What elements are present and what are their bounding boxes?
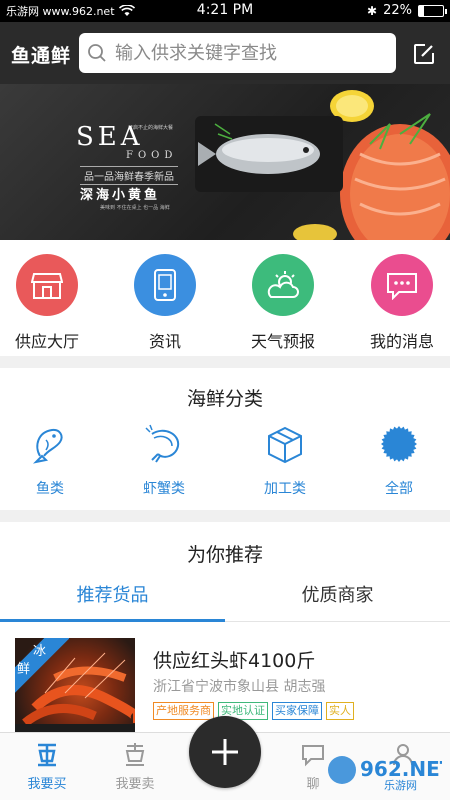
quick-link-label: 我的消息 [369,332,434,351]
tab-recommended-goods[interactable]: 推荐货品 [0,574,225,622]
category-shrimp-crab[interactable]: 虾蟹类 [108,424,220,498]
quick-link-supply-hall[interactable]: 供应大厅 [0,254,103,352]
banner-line3: 美味到 不住在桌上 也一品 海鲜 [100,205,170,211]
watermark-logo-sub: 乐游网 [384,779,417,792]
banner-salmon-image [195,90,450,240]
section-title: 海鲜分类 [186,388,263,410]
recommend-tabs: 推荐货品 优质商家 [0,574,450,622]
category-all[interactable]: 全部 [343,424,450,498]
category-fish[interactable]: 鱼类 [0,424,106,498]
quick-link-label: 供应大厅 [14,332,79,351]
banner-line1: 品一品海鲜春季新品 [80,166,178,185]
nav-buy[interactable]: 我要买 [2,741,92,792]
category-label: 虾蟹类 [143,481,185,497]
category-label: 全部 [385,481,413,497]
category-label: 鱼类 [36,481,64,497]
badge-text: 冰 [33,644,47,659]
app-brand: 鱼通鲜 [11,45,72,67]
plus-icon [212,739,238,765]
battery-fill [419,5,425,16]
nav-sell[interactable]: 我要卖 [90,741,180,792]
status-right: ✱ 22% [367,3,447,18]
phone-news-icon [134,254,196,316]
product-tags: 产地服务商 实地认证 买家保障 实人 [153,702,354,720]
search-bar[interactable] [79,33,396,73]
message-icon [371,254,433,316]
quick-link-news[interactable]: 资讯 [109,254,221,352]
battery-icon [418,4,447,17]
nav-label: 我要买 [27,777,67,792]
banner-line2: 深海小黄鱼 [80,188,161,203]
sell-icon [125,743,145,766]
tag-buyer-protection: 买家保障 [272,702,322,720]
promo-banner[interactable]: 开启不止的海鲜大餐 SEA FOOD 品一品海鲜春季新品 深海小黄鱼 美味到 不… [0,84,450,240]
weather-icon [252,254,314,316]
bluetooth-icon: ✱ [367,3,378,18]
nav-label: 我要卖 [115,777,155,792]
tag-real-person: 实人 [326,702,354,720]
status-bar: 乐游网 www.962.net 4:21 PM ✱ 22% [0,0,450,22]
edit-icon[interactable] [412,42,436,66]
category-label: 加工类 [264,481,306,497]
quick-links: 供应大厅 资讯 天气预报 我的消息 [0,240,450,356]
buy-icon [38,743,56,767]
banner-food-text: FOOD [126,150,178,161]
quick-link-label: 天气预报 [250,332,315,351]
tab-quality-merchants[interactable]: 优质商家 [225,574,450,621]
all-badge-icon [381,426,417,462]
quick-link-messages[interactable]: 我的消息 [346,254,450,352]
watermark-logo-text: 962.NET [360,757,442,781]
battery-percent: 22% [383,3,412,18]
shrimp-icon [145,424,180,463]
product-image: 冰 鲜 [15,638,135,734]
tag-origin-service: 产地服务商 [153,702,214,720]
section-title: 为你推荐 [186,544,263,566]
product-location: 浙江省宁波市象山县 胡志强 [153,679,326,695]
publish-button[interactable] [189,716,261,788]
quick-link-label: 资讯 [148,332,181,351]
category-processed[interactable]: 加工类 [229,424,341,498]
ice-fresh-badge: 冰 鲜 [15,638,69,694]
fish-icon [32,428,63,464]
app-header: 鱼通鲜 [0,22,450,84]
shop-icon [16,254,78,316]
seafood-categories: 海鲜分类 鱼类 虾蟹类 加工类 全部 [0,368,450,510]
banner-sea-text: SEA [76,122,144,152]
product-title: 供应红头虾4100斤 [153,650,316,672]
search-icon [88,44,106,62]
box-icon [268,426,302,464]
badge-text: 鲜 [17,662,31,677]
watermark-logo: 962.NET 乐游网 [328,756,442,792]
recommend-section: 为你推荐 推荐货品 优质商家 冰 鲜 供应红头虾4100斤 浙江省宁波市象山县 … [0,522,450,740]
quick-link-weather[interactable]: 天气预报 [227,254,339,352]
search-input[interactable] [115,42,385,64]
